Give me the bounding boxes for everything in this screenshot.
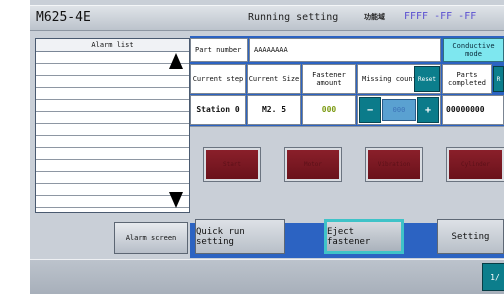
missing-count-value: 000: [382, 99, 416, 121]
alarm-list-row[interactable]: [36, 111, 189, 112]
station-value: Station 0: [190, 95, 246, 125]
model-name: M625-4E: [36, 10, 91, 25]
fastener-amount-value: 000: [302, 95, 356, 125]
function-domain-label: 功能域: [364, 13, 385, 21]
page-indicator-button[interactable]: 1/: [482, 263, 504, 291]
hmi-screen: M625-4E Running setting 功能域 FFFF -FF -FF…: [30, 0, 504, 294]
alarm-list-row[interactable]: [36, 171, 189, 172]
fastener-amount-header: Fastener amount: [302, 64, 356, 94]
current-step-header: Current step: [190, 64, 246, 94]
part-number-value[interactable]: AAAAAAAA: [249, 38, 441, 62]
alarm-list-row[interactable]: [36, 123, 189, 124]
alarm-list-row[interactable]: [36, 195, 189, 196]
fastener-amount-number: 000: [321, 105, 337, 114]
scroll-up-arrow-icon[interactable]: [169, 53, 183, 69]
eject-fastener-button[interactable]: Eject fastener: [324, 219, 404, 254]
alarm-list-row[interactable]: [36, 63, 189, 64]
vibration-button[interactable]: Vibration: [365, 147, 423, 182]
title-bar: M625-4E Running setting 功能域 FFFF -FF -FF: [30, 5, 504, 31]
conductive-mode-button[interactable]: Conductive mode: [443, 38, 504, 62]
alarm-list-row[interactable]: [36, 99, 189, 100]
reset-parts-button[interactable]: R: [493, 66, 504, 92]
bottom-bar: [30, 259, 504, 294]
alarm-list-row[interactable]: [36, 207, 189, 208]
parts-completed-header: Parts completed: [442, 64, 492, 94]
setting-button[interactable]: Setting: [437, 219, 504, 254]
parts-completed-value: 00000000: [442, 95, 504, 125]
alarm-list-row[interactable]: [36, 147, 189, 148]
alarm-list-title: Alarm list: [36, 39, 189, 52]
alarm-list-row[interactable]: [36, 183, 189, 184]
status-code: FFFF -FF -FF: [404, 11, 477, 22]
current-size-value: M2. 5: [247, 95, 301, 125]
motor-button[interactable]: Motor: [284, 147, 342, 182]
quick-run-setting-button[interactable]: Quick run setting: [195, 219, 285, 254]
page-title: Running setting: [248, 12, 339, 23]
alarm-list-row[interactable]: [36, 159, 189, 160]
alarm-list-row[interactable]: [36, 87, 189, 88]
cylinder-button[interactable]: Cylinder: [446, 147, 504, 182]
alarm-list-row[interactable]: [36, 135, 189, 136]
part-number-label: Part number: [190, 38, 248, 62]
current-size-header: Current Size: [247, 64, 301, 94]
alarm-screen-button[interactable]: Alarm screen: [114, 222, 188, 254]
alarm-list-panel: Alarm list: [35, 38, 190, 213]
increment-button[interactable]: +: [417, 97, 439, 123]
decrement-button[interactable]: −: [359, 97, 381, 123]
alarm-list-row[interactable]: [36, 75, 189, 76]
start-button[interactable]: Start: [203, 147, 261, 182]
scroll-down-arrow-icon[interactable]: [169, 192, 183, 208]
reset-missing-button[interactable]: Reset: [414, 66, 440, 92]
